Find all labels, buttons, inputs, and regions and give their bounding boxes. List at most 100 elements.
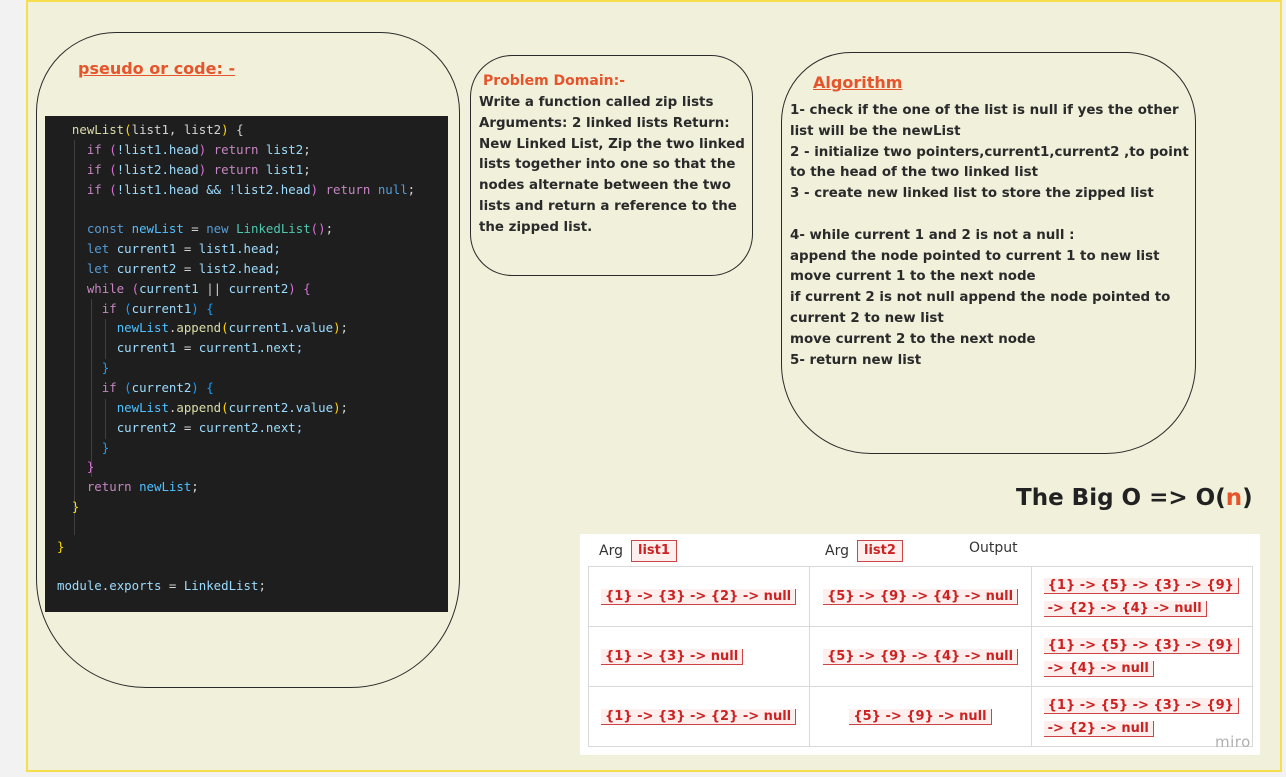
code-token: LinkedList — [183, 578, 259, 594]
code-token: return — [206, 141, 266, 157]
algorithm-step: 3 - create new linked list to store the … — [790, 186, 1154, 202]
cell-value: {1} -> {5} -> {3} -> {9} -> {4} -> null — [1043, 637, 1239, 677]
header-label: Arg — [825, 543, 849, 559]
code-line: newList.append(current2.value); — [57, 398, 448, 418]
code-token: ; — [303, 141, 311, 157]
code-line: let current1 = list1.head; — [57, 239, 448, 259]
code-token: = — [161, 578, 184, 594]
table-cell[interactable]: {1} -> {3} -> {2} -> null — [587, 566, 811, 627]
big-o-n: n — [1225, 485, 1243, 511]
code-token: append — [176, 399, 222, 415]
code-token: current2 — [116, 260, 177, 276]
table-row: {1} -> {3} -> {2} -> null {5} -> {9} -> … — [587, 686, 1254, 747]
code-token: list1 — [131, 122, 169, 137]
table-cell[interactable]: {1} -> {3} -> {2} -> null — [587, 686, 811, 747]
code-token: ) — [191, 300, 199, 316]
problem-title: Problem Domain:- — [483, 73, 626, 89]
code-token: || — [198, 280, 229, 296]
code-token: ( — [124, 122, 132, 137]
code-line: newList.append(current1.value); — [57, 318, 448, 338]
big-o-prefix: The Big O => O( — [1016, 485, 1226, 511]
header-tag-list1: list1 — [630, 540, 677, 562]
code-token: list2 — [198, 260, 237, 276]
code-token: let — [86, 241, 117, 257]
code-token: append — [176, 320, 222, 336]
table-cell[interactable]: {5} -> {9} -> null — [809, 686, 1032, 747]
code-token: ) — [333, 320, 341, 336]
code-token: ; — [340, 399, 348, 415]
code-token: current2 — [116, 419, 177, 435]
table-cell[interactable]: {1} -> {5} -> {3} -> {9} -> {2} -> {4} -… — [1030, 566, 1254, 627]
code-lines: newList(list1, list2) { if (!list1.head)… — [57, 120, 448, 596]
code-line: } — [57, 358, 448, 378]
code-token: current2 — [198, 419, 259, 435]
code-token: .value — [288, 399, 334, 415]
code-token: } — [86, 459, 95, 475]
code-token: .head; — [236, 241, 281, 257]
big-o-label: The Big O => O(n) — [1016, 485, 1253, 511]
code-token: current1 — [198, 340, 259, 356]
code-line: } — [57, 537, 448, 557]
code-line: newList(list1, list2) { — [57, 120, 448, 140]
code-token: .value — [288, 320, 334, 336]
header-tag-list2: list2 — [856, 540, 903, 562]
code-token: } — [71, 499, 80, 515]
code-token: exports — [109, 578, 162, 594]
cell-value: {1} -> {5} -> {3} -> {9} -> {2} -> null — [1043, 697, 1239, 737]
code-token: LinkedList — [236, 221, 311, 237]
code-line: return newList; — [57, 477, 448, 497]
test-table-card[interactable]: Arg list1 Arg list2 Output {1} -> {3} ->… — [580, 534, 1260, 755]
algorithm-step: 1- check if the one of the list is null … — [790, 103, 1184, 139]
code-token: newList — [131, 221, 184, 237]
table-row: {1} -> {3} -> null {5} -> {9} -> {4} -> … — [587, 626, 1254, 687]
miro-watermark: miro — [1215, 733, 1251, 751]
table-cell[interactable]: {5} -> {9} -> {4} -> null — [809, 626, 1032, 687]
code-token: ( — [101, 141, 117, 157]
code-token: .next; — [258, 340, 304, 356]
code-token: if — [86, 161, 102, 177]
code-token: current1 — [131, 300, 192, 316]
code-token: = — [176, 340, 199, 356]
code-token: ) — [333, 399, 341, 415]
code-token: ; — [303, 161, 311, 177]
algorithm-step: if current 2 is not null append the node… — [790, 290, 1176, 326]
code-token: let — [86, 260, 117, 276]
code-line: if (!list1.head && !list2.head) return n… — [57, 180, 448, 200]
code-line: } — [57, 457, 448, 477]
code-token: ; — [258, 578, 266, 594]
code-token: !list1.head && !list2.head — [116, 181, 311, 197]
table-cell[interactable]: {5} -> {9} -> {4} -> null — [809, 566, 1032, 627]
header-arg2: Arg list2 — [825, 540, 903, 562]
header-output: Output — [969, 540, 1018, 556]
code-line: const newList = new LinkedList(); — [57, 219, 448, 239]
table-cell[interactable]: {1} -> {3} -> null — [587, 626, 811, 687]
test-table: {1} -> {3} -> {2} -> null {5} -> {9} -> … — [587, 566, 1254, 747]
code-token: module — [57, 578, 102, 594]
code-line: module.exports = LinkedList; — [57, 576, 448, 596]
code-token: { — [295, 280, 311, 296]
algorithm-step: append the node pointed to current 1 to … — [790, 248, 1160, 264]
table-cell[interactable]: {1} -> {5} -> {3} -> {9} -> {4} -> null — [1030, 626, 1254, 687]
code-token: list1 — [265, 161, 304, 177]
code-token: while — [86, 280, 125, 296]
code-token: ( — [221, 399, 229, 415]
code-token: () — [310, 221, 326, 237]
code-token: .head; — [236, 260, 281, 276]
cell-value: {5} -> {9} -> null — [849, 709, 992, 725]
algorithm-step: 2 - initialize two pointers,current1,cur… — [790, 144, 1194, 181]
code-token: ) — [221, 122, 229, 137]
code-token: ) — [288, 280, 296, 296]
cell-value: {1} -> {3} -> {2} -> null — [601, 709, 797, 725]
code-token: { — [198, 379, 214, 395]
code-token: newList — [116, 320, 169, 336]
code-token: ; — [340, 320, 348, 336]
